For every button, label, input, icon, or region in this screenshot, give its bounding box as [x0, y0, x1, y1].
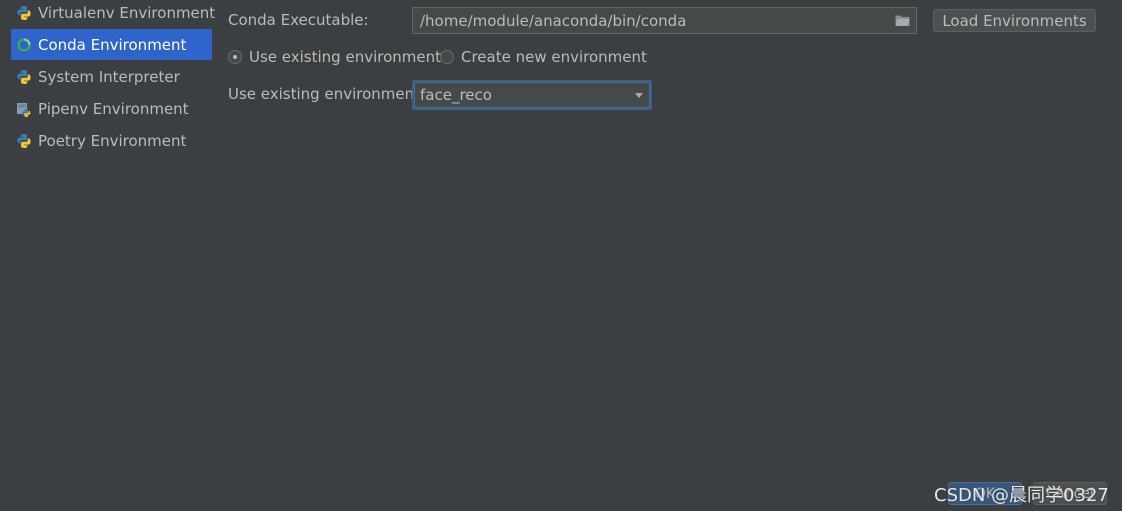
- sidebar-item-conda[interactable]: Conda Environment: [11, 29, 212, 60]
- conda-executable-field[interactable]: /home/module/anaconda/bin/conda: [412, 7, 917, 34]
- sidebar-item-label: System Interpreter: [38, 67, 180, 86]
- interpreter-dialog: Virtualenv Environment Conda Environment…: [0, 0, 1122, 511]
- radio-unselected-icon: [440, 50, 454, 64]
- sidebar-item-label: Poetry Environment: [38, 131, 187, 150]
- sidebar-item-virtualenv[interactable]: Virtualenv Environment: [11, 0, 216, 28]
- sidebar-item-label: Virtualenv Environment: [38, 3, 216, 22]
- radio-use-existing[interactable]: Use existing environment: [228, 48, 441, 66]
- conda-icon: [17, 38, 31, 51]
- python-icon: [17, 69, 31, 84]
- python-icon: [17, 133, 31, 148]
- pipenv-icon: [17, 102, 31, 117]
- sidebar-item-label: Pipenv Environment: [38, 99, 189, 118]
- radio-selected-icon: [228, 50, 242, 64]
- radio-create-new[interactable]: Create new environment: [440, 48, 647, 66]
- environment-type-list: Virtualenv Environment Conda Environment…: [0, 0, 216, 511]
- radio-use-existing-label: Use existing environment: [249, 48, 441, 66]
- folder-icon[interactable]: [895, 14, 910, 27]
- chevron-down-icon: [635, 93, 643, 98]
- existing-environment-label: Use existing environment:: [228, 85, 426, 103]
- watermark: CSDN @晨同学0327: [934, 485, 1109, 506]
- sidebar-item-pipenv[interactable]: Pipenv Environment: [11, 93, 212, 124]
- sidebar-item-system[interactable]: System Interpreter: [11, 61, 212, 92]
- sidebar-item-poetry[interactable]: Poetry Environment: [11, 125, 212, 156]
- sidebar-item-label: Conda Environment: [38, 35, 187, 54]
- conda-executable-value: /home/module/anaconda/bin/conda: [420, 11, 687, 30]
- python-icon: [17, 5, 31, 20]
- existing-environment-select[interactable]: face_reco: [412, 80, 652, 110]
- radio-create-new-label: Create new environment: [461, 48, 647, 66]
- conda-executable-label: Conda Executable:: [228, 11, 369, 29]
- load-environments-button[interactable]: Load Environments: [933, 9, 1096, 32]
